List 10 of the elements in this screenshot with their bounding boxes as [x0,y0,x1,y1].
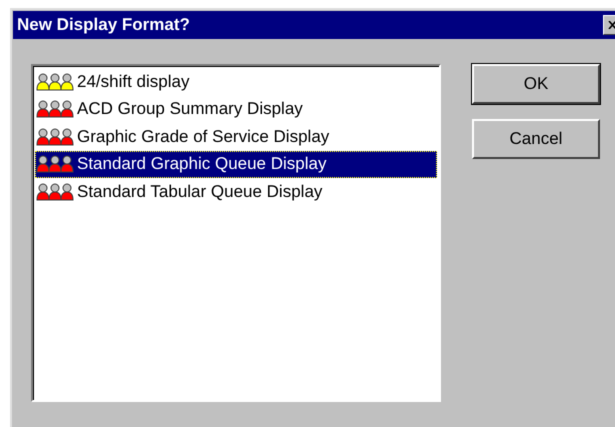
list-item[interactable]: ACD Group Summary Display [35,96,437,123]
window-title: New Display Format? [16,15,190,35]
display-list[interactable]: 24/shift display ACD Group Summary Display Graphic Grade of Service Display Standard Graphic Queue Display Standard Tabular Queue Display [31,64,441,402]
list-item[interactable]: 24/shift display [35,68,437,96]
ok-button[interactable]: OK [472,64,600,104]
close-icon [608,21,615,29]
list-item[interactable]: Standard Tabular Queue Display [35,178,437,206]
cancel-button[interactable]: Cancel [472,119,600,159]
list-item[interactable]: Standard Graphic Queue Display [35,150,437,178]
list-item[interactable]: Graphic Grade of Service Display [35,123,437,150]
